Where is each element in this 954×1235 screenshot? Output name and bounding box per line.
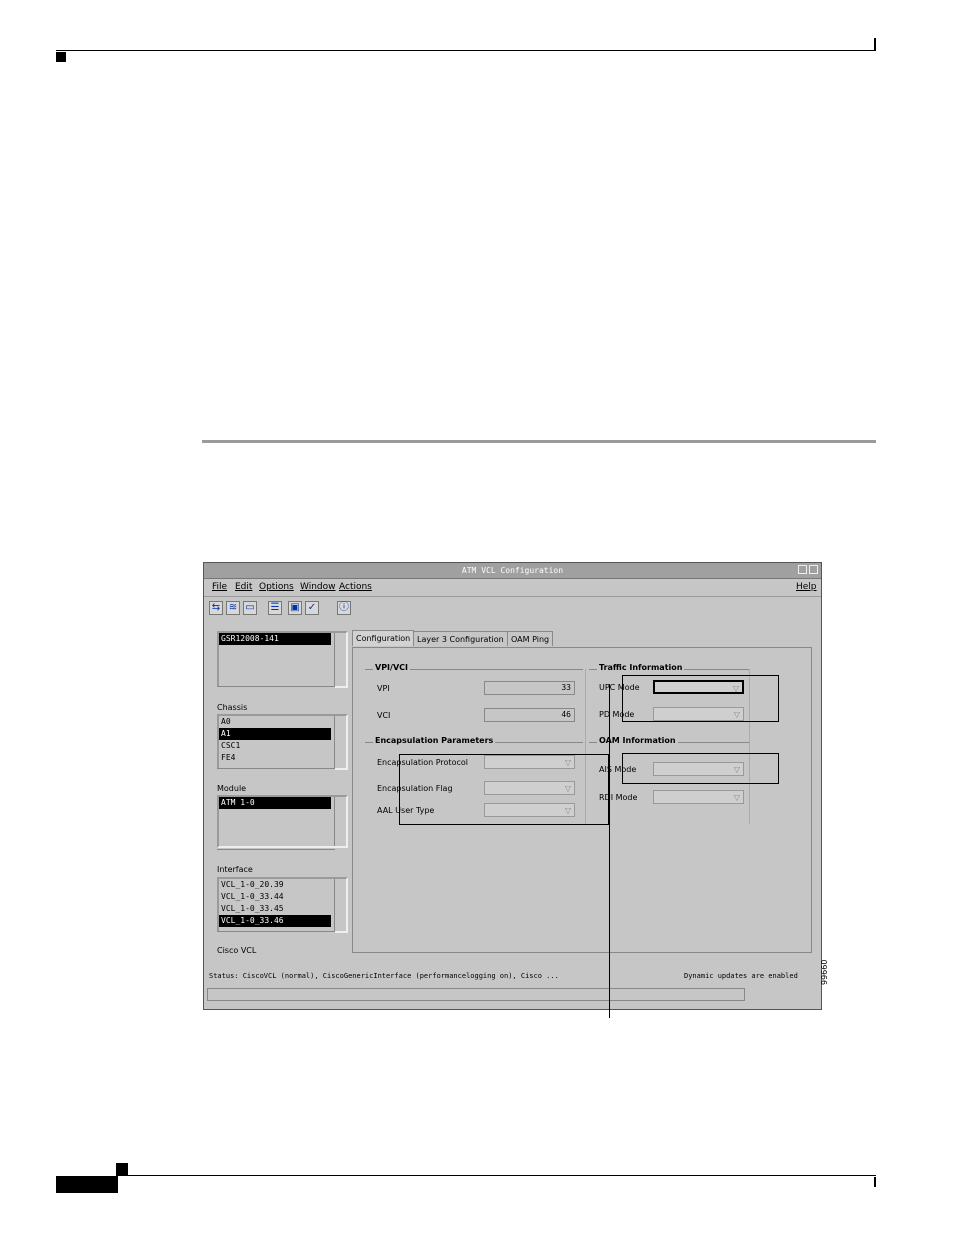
menu-options[interactable]: Options [259, 582, 294, 592]
status-text: Status: CiscoVCL (normal), CiscoGenericI… [209, 972, 559, 980]
vci-label: VCI [377, 711, 391, 720]
footer-tick [874, 1177, 876, 1187]
menu-bar: File Edit Options Window Actions Help [204, 579, 821, 597]
list-item[interactable]: A0 [219, 716, 346, 728]
traffic-information-title: Traffic Information [597, 663, 685, 672]
horizontal-scrollbar[interactable] [217, 849, 335, 859]
open-icon[interactable]: ⇆ [209, 601, 223, 615]
figure-number: 99660 [820, 959, 829, 985]
list-item[interactable]: GSR12008-141 [219, 633, 331, 645]
vertical-scrollbar[interactable] [334, 797, 346, 846]
module-list[interactable]: ATM 1-0 [217, 795, 348, 848]
vpi-vci-title: VPI/VCI [373, 663, 410, 672]
interface-list[interactable]: VCL_1-0_20.39 VCL_1-0_33.44 VCL_1-0_33.4… [217, 877, 348, 933]
object-type-label: Cisco VCL [217, 946, 257, 955]
tab-layer3-configuration[interactable]: Layer 3 Configuration [413, 631, 508, 646]
vertical-scrollbar[interactable] [334, 633, 346, 686]
callout-line [609, 684, 610, 1018]
layers-icon[interactable]: ≋ [226, 601, 240, 615]
header-tick [874, 38, 876, 50]
interface-label: Interface [217, 865, 253, 874]
configuration-panel: VPI/VCI VPI 33 VCI 46 Encapsulation Para… [352, 647, 812, 953]
check-icon[interactable]: ✓ [305, 601, 319, 615]
chassis-label: Chassis [217, 703, 248, 712]
device-list[interactable]: GSR12008-141 [217, 631, 348, 688]
header-rule [56, 50, 876, 51]
vertical-scrollbar[interactable] [334, 716, 346, 768]
module-label: Module [217, 784, 247, 793]
chassis-list[interactable]: A0 A1 CSC1 FE4 [217, 714, 348, 770]
horizontal-scrollbar[interactable] [217, 931, 335, 941]
chevron-down-icon: ▽ [733, 793, 740, 802]
encapsulation-title: Encapsulation Parameters [373, 736, 496, 745]
title-bar: ATM VCL Configuration [204, 563, 821, 579]
list-icon[interactable]: ☰ [268, 601, 282, 615]
footer-rule [116, 1175, 876, 1176]
vpi-label: VPI [377, 684, 390, 693]
list-item[interactable]: VCL_1-0_33.45 [219, 903, 346, 915]
toolbar: ⇆ ≋ ▭ ☰ ▣ ✓ ⓘ [204, 597, 821, 619]
list-item[interactable]: VCL_1-0_33.44 [219, 891, 346, 903]
window-title: ATM VCL Configuration [461, 566, 564, 575]
callout-box [622, 675, 779, 722]
atm-vcl-configuration-window: ATM VCL Configuration File Edit Options … [203, 562, 822, 1010]
menu-window[interactable]: Window [300, 582, 336, 592]
menu-help[interactable]: Help [796, 582, 817, 592]
header-marker [56, 52, 66, 62]
vci-field[interactable]: 46 [484, 708, 575, 722]
section-separator [202, 440, 876, 443]
horizontal-scrollbar[interactable] [217, 686, 335, 696]
list-item[interactable]: A1 [219, 728, 331, 740]
minimize-button[interactable] [798, 565, 807, 574]
callout-box [399, 754, 609, 825]
list-item[interactable]: ATM 1-0 [219, 797, 331, 809]
list-item[interactable]: CSC1 [219, 740, 346, 752]
progress-bar [207, 988, 745, 1001]
footer-marker [116, 1163, 128, 1175]
menu-file[interactable]: File [212, 582, 227, 592]
rdi-mode-dropdown[interactable]: ▽ [653, 790, 744, 804]
updates-status: Dynamic updates are enabled [684, 972, 798, 980]
menu-actions[interactable]: Actions [339, 582, 372, 592]
vertical-scrollbar[interactable] [334, 879, 346, 931]
vpi-field[interactable]: 33 [484, 681, 575, 695]
maximize-button[interactable] [809, 565, 818, 574]
list-item[interactable]: VCL_1-0_20.39 [219, 879, 346, 891]
callout-box [622, 753, 779, 784]
monitor-icon[interactable]: ▣ [288, 601, 302, 615]
horizontal-scrollbar[interactable] [217, 768, 335, 778]
list-item[interactable]: VCL_1-0_33.46 [219, 915, 331, 927]
list-item[interactable]: FE4 [219, 752, 346, 764]
tab-oam-ping[interactable]: OAM Ping [507, 631, 554, 646]
info-icon[interactable]: ⓘ [337, 601, 351, 615]
menu-edit[interactable]: Edit [235, 582, 252, 592]
tab-configuration[interactable]: Configuration [352, 630, 415, 646]
folder-icon[interactable]: ▭ [243, 601, 257, 615]
footer-page-block [56, 1176, 118, 1193]
